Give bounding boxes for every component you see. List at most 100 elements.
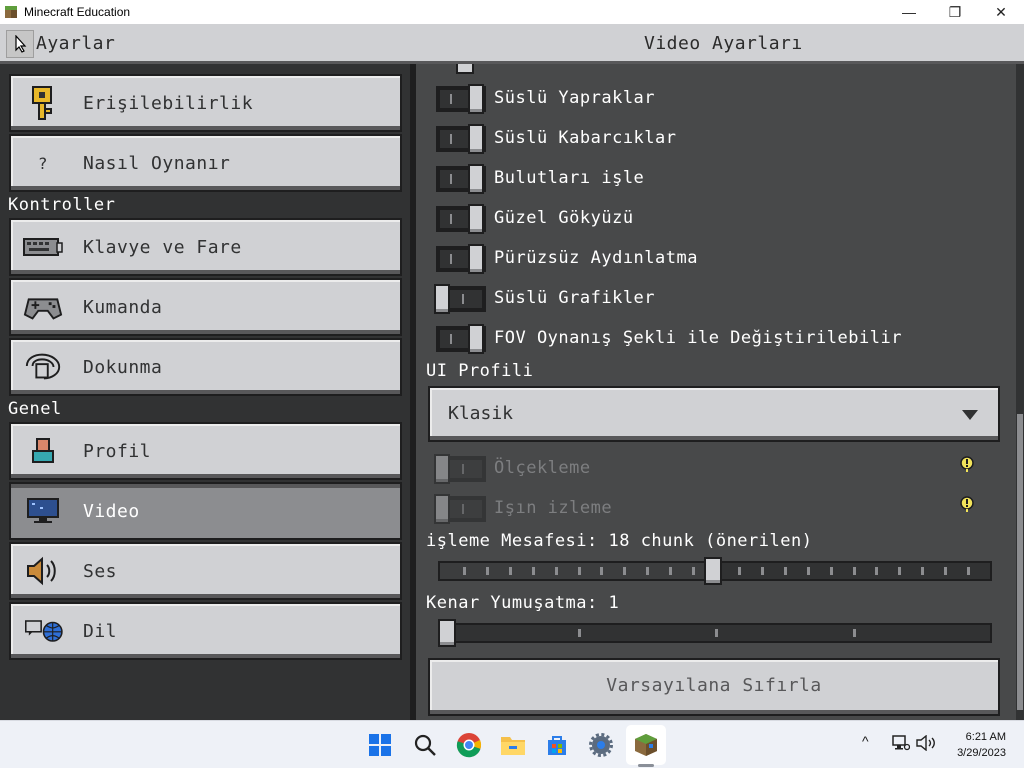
beautiful-skies-toggle[interactable] [436, 204, 486, 234]
sidebar-item-keyboard-mouse[interactable]: Klavye ve Fare [9, 218, 402, 276]
video-settings-panel: Süslü Yapraklar Süslü Kabarcıklar Bulutl… [416, 64, 1024, 720]
settings-icon[interactable] [587, 731, 615, 759]
render-clouds-toggle[interactable] [436, 164, 486, 194]
antialias-slider[interactable] [438, 619, 992, 647]
ui-profile-label: UI Profili [426, 361, 534, 381]
cursor-icon [15, 35, 27, 53]
toggle-row-beautiful-skies: Güzel Gökyüzü [436, 204, 996, 236]
sidebar-item-touch[interactable]: Dokunma [9, 338, 402, 396]
minecraft-icon[interactable] [632, 731, 660, 759]
settings-title: Ayarlar [36, 33, 116, 54]
network-icon[interactable] [892, 735, 911, 754]
slider-fill [440, 563, 706, 579]
sidebar-item-label: Nasıl Oynanır [83, 153, 231, 174]
slider-tick [646, 567, 649, 575]
section-label-controls: Kontroller [8, 195, 116, 215]
slider-tick [853, 567, 856, 575]
slider-tick [509, 567, 512, 575]
info-icon [960, 456, 974, 472]
fov-gameplay-toggle[interactable] [436, 324, 486, 354]
sidebar-item-profile[interactable]: Profil [9, 422, 402, 480]
sidebar-item-label: Profil [83, 441, 152, 462]
settings-header: Ayarlar Video Ayarları [0, 24, 1024, 64]
toggle-label: Süslü Grafikler [494, 288, 656, 308]
toggle-label: Süslü Kabarcıklar [494, 128, 677, 148]
scaling-toggle[interactable] [434, 454, 486, 484]
slider-knob[interactable] [438, 619, 456, 647]
fancy-bubbles-toggle[interactable] [436, 124, 486, 154]
scrollbar[interactable] [1016, 64, 1024, 720]
page-title: Video Ayarları [644, 33, 803, 54]
fancy-leaves-toggle[interactable] [436, 84, 486, 114]
toggle-row-scaling: Ölçekleme [434, 454, 996, 486]
toggle-row-fancy-bubbles: Süslü Kabarcıklar [436, 124, 996, 156]
clock-date: 3/29/2023 [957, 747, 1006, 759]
sidebar-item-controller[interactable]: Kumanda [9, 278, 402, 336]
slider-knob[interactable] [704, 557, 722, 585]
ray-tracing-toggle[interactable] [434, 494, 486, 524]
back-button[interactable] [6, 30, 34, 58]
question-icon: ? [37, 153, 49, 173]
ui-profile-dropdown[interactable]: Klasik [428, 386, 1000, 442]
sidebar-item-label: Dil [83, 621, 118, 642]
slider-tick [715, 629, 718, 637]
slider-tick [853, 629, 856, 637]
reset-defaults-button[interactable]: Varsayılana Sıfırla [428, 658, 1000, 716]
sidebar-item-label: Ses [83, 561, 118, 582]
maximize-button[interactable]: ❐ [932, 0, 978, 24]
minimize-button[interactable]: — [886, 0, 932, 24]
gamepad-icon [23, 291, 63, 323]
volume-icon[interactable] [916, 734, 936, 754]
smooth-lighting-toggle[interactable] [436, 244, 486, 274]
minecraft-app-icon [4, 5, 18, 19]
toggle-label: Ölçekleme [494, 458, 591, 478]
sidebar-item-label: Kumanda [83, 297, 163, 318]
sidebar-item-how-to-play[interactable]: ? Nasıl Oynanır [9, 134, 402, 192]
ui-profile-value: Klasik [448, 403, 514, 424]
key-icon [23, 86, 63, 120]
file-explorer-icon[interactable] [499, 731, 527, 759]
search-icon[interactable] [411, 731, 439, 759]
toggle-row-fancy-graphics: Süslü Grafikler [434, 284, 996, 316]
sidebar-item-accessibility[interactable]: Erişilebilirlik [9, 74, 402, 132]
slider-tick [486, 567, 489, 575]
sidebar-item-sound[interactable]: Ses [9, 542, 402, 600]
toggle-label: Pürüzsüz Aydınlatma [494, 248, 698, 268]
scrollbar-thumb[interactable] [1017, 414, 1023, 710]
close-button[interactable]: ✕ [978, 0, 1024, 24]
clock-time: 6:21 AM [965, 731, 1006, 743]
slider-tick [784, 567, 787, 575]
store-icon[interactable] [543, 731, 571, 759]
slider-tick [921, 567, 924, 575]
system-clock[interactable]: 6:21 AM 3/29/2023 [957, 729, 1006, 761]
toggle-label: FOV Oynanış Şekli ile Değiştirilebilir [494, 328, 902, 348]
settings-sidebar: Erişilebilirlik ? Nasıl Oynanır Kontroll… [0, 64, 410, 720]
sidebar-item-label: Dokunma [83, 357, 163, 378]
touch-icon [23, 351, 63, 383]
sidebar-item-label: Klavye ve Fare [83, 237, 242, 258]
slider-tick [669, 567, 672, 575]
toggle-label: Bulutları işle [494, 168, 645, 188]
windows-start-icon[interactable] [366, 731, 394, 759]
toggle-label: Güzel Gökyüzü [494, 208, 634, 228]
slider-tick [875, 567, 878, 575]
chevron-down-icon [962, 410, 978, 420]
sidebar-item-label: Video [83, 501, 140, 522]
speaker-icon [23, 555, 63, 587]
info-icon [960, 496, 974, 512]
toggle-row-ray-tracing: Işın izleme [434, 494, 996, 526]
render-distance-slider[interactable] [438, 557, 992, 585]
globe-icon [25, 615, 65, 647]
sidebar-item-language[interactable]: Dil [9, 602, 402, 660]
slider-tick [944, 567, 947, 575]
slider-tick [830, 567, 833, 575]
slider-tick [600, 567, 603, 575]
slider-tick [761, 567, 764, 575]
section-label-general: Genel [8, 399, 62, 419]
tray-chevron-icon[interactable]: ^ [862, 733, 869, 749]
chrome-icon[interactable] [455, 731, 483, 759]
fancy-graphics-toggle[interactable] [434, 284, 486, 314]
window-title: Minecraft Education [24, 5, 131, 19]
sidebar-item-video[interactable]: Video [9, 482, 402, 540]
active-app-indicator [638, 764, 654, 767]
